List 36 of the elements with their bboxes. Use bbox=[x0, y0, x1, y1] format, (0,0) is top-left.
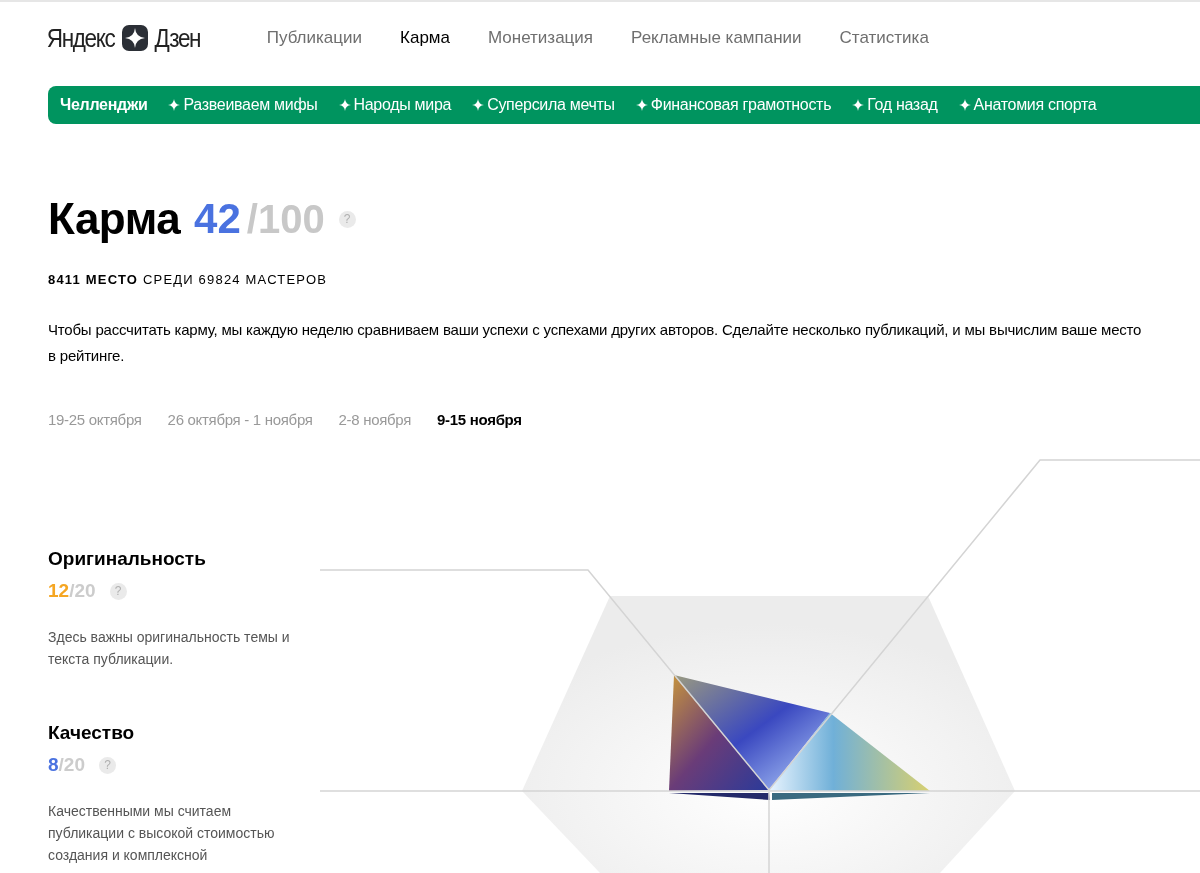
nav-tab[interactable]: Рекламные кампании bbox=[631, 28, 802, 48]
sparkle-icon bbox=[472, 99, 485, 111]
challenges-title: Челленджи bbox=[60, 96, 148, 114]
nav-tab[interactable]: Публикации bbox=[266, 28, 363, 48]
challenge-link[interactable]: Год назад bbox=[852, 96, 938, 114]
metric-max: /20 bbox=[69, 580, 96, 602]
sparkle-icon bbox=[338, 99, 351, 111]
metric-score: 8 bbox=[48, 754, 59, 776]
karma-score: 42 bbox=[194, 195, 241, 243]
challenge-link[interactable]: Народы мира bbox=[338, 96, 452, 114]
week-tab[interactable]: 2-8 ноября bbox=[338, 411, 412, 428]
sparkle-icon bbox=[852, 99, 865, 111]
challenge-link[interactable]: Суперсила мечты bbox=[472, 96, 615, 114]
logo-text: Дзен bbox=[154, 23, 201, 53]
logo-icon bbox=[122, 25, 149, 51]
metric-description: Качественными мы считаем публикации с высокой стоимостью создания и комплексной bbox=[48, 802, 276, 865]
sparkle-icon bbox=[958, 99, 971, 111]
week-tab[interactable]: 9-15 ноября bbox=[437, 411, 522, 428]
challenge-link[interactable]: Развеиваем мифы bbox=[168, 96, 318, 114]
rank-text: 8411 МЕСТО СРЕДИ 69824 МАСТЕРОВ bbox=[48, 272, 329, 287]
week-tab[interactable]: 26 октября - 1 ноября bbox=[167, 411, 313, 428]
metric-score: 12 bbox=[48, 580, 70, 602]
nav-tab[interactable]: Карма bbox=[400, 28, 450, 48]
description-text: Чтобы рассчитать карму, мы каждую неделю сравниваем ваши успехи с успехами других авторов. Сделайте несколько публикаций, и мы вычислим ваше место в рейтинге. bbox=[48, 320, 1143, 366]
logo-text: Яндекс bbox=[46, 23, 115, 53]
metric-description: Здесь важны оригинальность темы и текста публикации. bbox=[48, 628, 291, 669]
challenge-link[interactable]: Финансовая грамотность bbox=[635, 96, 832, 114]
nav-tab[interactable]: Статистика bbox=[839, 28, 929, 48]
metric-title: Оригинальность bbox=[48, 548, 207, 570]
week-tab[interactable]: 19-25 октября bbox=[48, 411, 142, 428]
nav-tab[interactable]: Монетизация bbox=[488, 28, 594, 48]
challenge-link[interactable]: Анатомия спорта bbox=[958, 96, 1097, 114]
page-title: Карма bbox=[48, 194, 181, 244]
metric-title: Качество bbox=[48, 722, 136, 744]
sparkle-icon bbox=[635, 99, 648, 111]
sparkle-icon bbox=[168, 99, 181, 111]
